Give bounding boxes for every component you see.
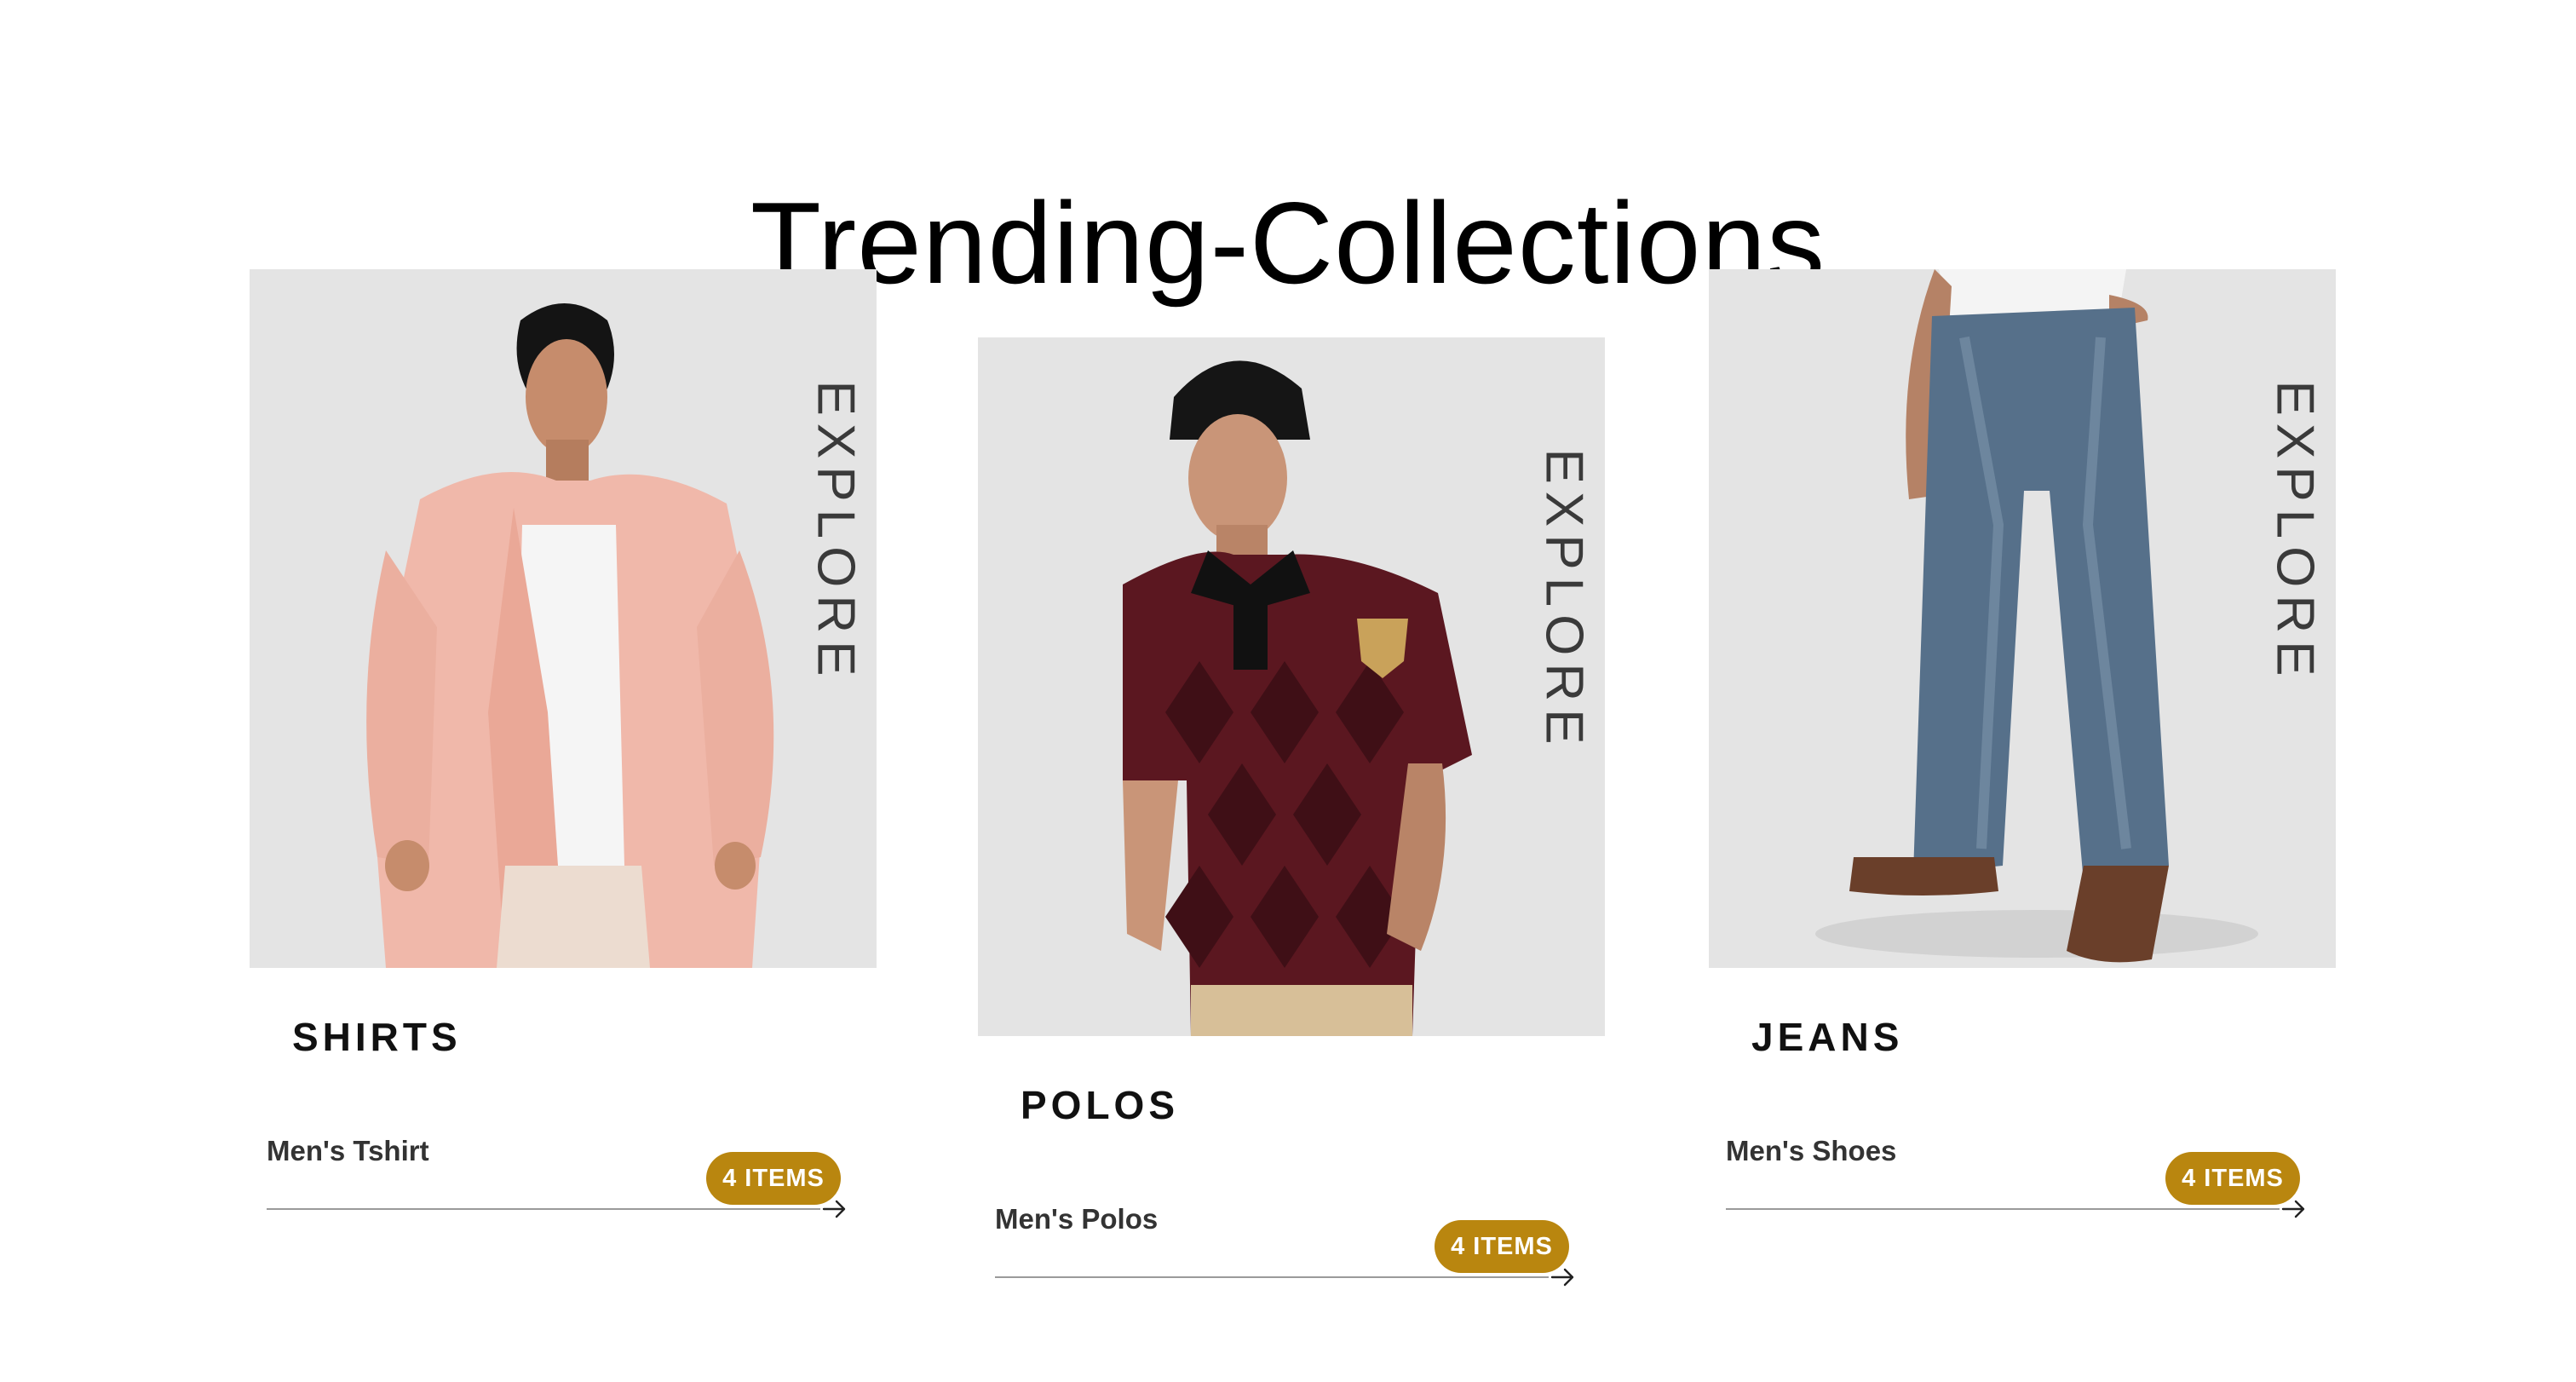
product-image-polos[interactable]: EXPLORE: [978, 337, 1605, 1036]
collection-card-shirts[interactable]: EXPLORE SHIRTS Men's Tshirt 4 ITEMS: [250, 269, 877, 1218]
jeans-model-illustration: [1815, 269, 2258, 963]
category-title-jeans[interactable]: JEANS: [1751, 1014, 1903, 1060]
explore-label[interactable]: EXPLORE: [1528, 448, 1600, 751]
collection-link-row[interactable]: Men's Tshirt 4 ITEMS: [267, 1135, 854, 1220]
explore-label[interactable]: EXPLORE: [800, 380, 871, 683]
polo-model-illustration: [1123, 360, 1472, 1036]
collection-link-row[interactable]: Men's Polos 4 ITEMS: [995, 1203, 1583, 1288]
shirt-model-illustration: [366, 303, 774, 968]
product-image-jeans[interactable]: EXPLORE: [1709, 269, 2336, 968]
collection-link-text[interactable]: Men's Shoes: [1726, 1135, 1896, 1167]
link-underline: [1726, 1208, 2280, 1210]
collection-link-row[interactable]: Men's Shoes 4 ITEMS: [1726, 1135, 2314, 1220]
collection-link-text[interactable]: Men's Tshirt: [267, 1135, 429, 1167]
category-title-polos[interactable]: POLOS: [1021, 1082, 1179, 1128]
collection-card-jeans[interactable]: EXPLORE JEANS Men's Shoes 4 ITEMS: [1709, 269, 2336, 1218]
items-count-badge: 4 ITEMS: [706, 1152, 841, 1205]
collection-card-polos[interactable]: EXPLORE POLOS Men's Polos 4 ITEMS: [978, 337, 1605, 1287]
items-count-badge: 4 ITEMS: [1435, 1220, 1569, 1273]
product-image-shirts[interactable]: EXPLORE: [250, 269, 877, 968]
link-underline: [267, 1208, 820, 1210]
items-count-badge: 4 ITEMS: [2165, 1152, 2300, 1205]
link-underline: [995, 1276, 1549, 1278]
explore-label[interactable]: EXPLORE: [2259, 380, 2331, 683]
category-title-shirts[interactable]: SHIRTS: [292, 1014, 462, 1060]
collection-link-text[interactable]: Men's Polos: [995, 1203, 1158, 1235]
